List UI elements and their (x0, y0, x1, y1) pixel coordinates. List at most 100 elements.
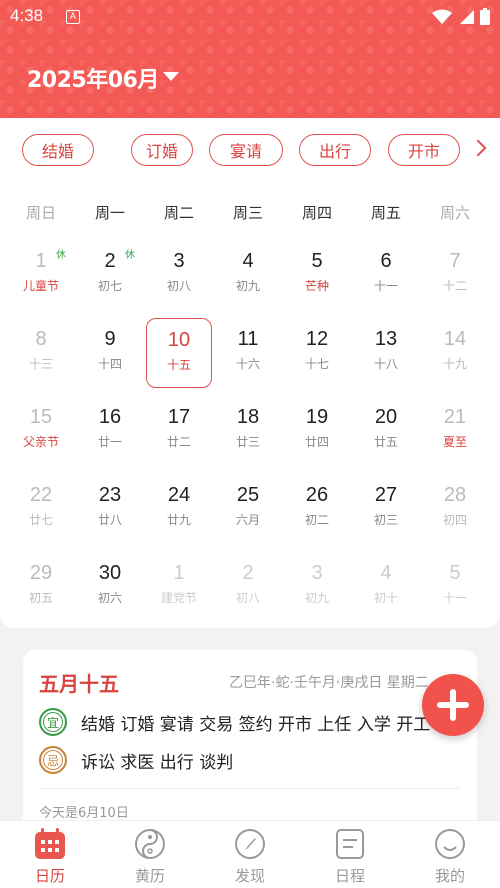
day-cell[interactable]: 29 初五 (8, 552, 74, 622)
lunar-label: 儿童节 (22, 279, 59, 293)
day-number: 6 (380, 250, 392, 272)
day-number: 3 (173, 250, 185, 272)
day-cell[interactable]: 18 廿三 (215, 396, 281, 466)
lunar-label: 芒种 (304, 279, 329, 293)
day-number: 23 (98, 484, 122, 506)
lunar-label: 夏至 (442, 435, 467, 449)
day-cell[interactable]: 15 父亲节 (8, 396, 74, 466)
day-cell[interactable]: 7 十二 (422, 240, 488, 310)
weekday-header: 周日 周一 周二 周三 周四 周五 周六 (0, 202, 500, 222)
almanac-card[interactable]: 五月十五 乙巳年·蛇·壬午月·庚戌日 星期二 宜 结婚 订婚 宴请 交易 签约 … (23, 650, 477, 830)
lunar-label: 廿九 (166, 513, 191, 527)
lunar-label: 十五 (166, 358, 191, 372)
calendar-card: 结婚 订婚 宴请 出行 开市 周日 周一 周二 周三 周四 周五 周六 1 儿童节… (0, 118, 500, 628)
lunar-label: 十九 (442, 357, 467, 371)
day-number: 5 (449, 562, 461, 584)
lunar-label: 初四 (442, 513, 467, 527)
day-cell-today[interactable]: 10 十五 (146, 318, 212, 388)
lunar-label: 十八 (373, 357, 398, 371)
day-number: 27 (374, 484, 398, 506)
tab-calendar[interactable]: 日历 (0, 827, 100, 887)
day-cell[interactable]: 8 十三 (8, 318, 74, 388)
day-cell[interactable]: 4 初九 (215, 240, 281, 310)
day-number: 4 (380, 562, 392, 584)
lunar-label: 十六 (235, 357, 260, 371)
day-cell[interactable]: 1 儿童节休 (8, 240, 74, 310)
day-cell[interactable]: 26 初二 (284, 474, 350, 544)
day-number: 3 (311, 562, 323, 584)
month-selector[interactable]: 2025年06月 (27, 62, 159, 94)
day-cell[interactable]: 22 廿七 (8, 474, 74, 544)
day-cell[interactable]: 9 十四 (77, 318, 143, 388)
day-cell[interactable]: 25 六月 (215, 474, 281, 544)
lunar-label: 初二 (304, 513, 329, 527)
activity-chips: 结婚 订婚 宴请 出行 开市 (22, 134, 500, 170)
day-cell[interactable]: 2 初七休 (77, 240, 143, 310)
add-event-button[interactable] (422, 674, 484, 736)
day-cell[interactable]: 3 初八 (146, 240, 212, 310)
day-cell[interactable]: 1 建党节 (146, 552, 212, 622)
day-cell[interactable]: 3 初九 (284, 552, 350, 622)
day-number: 7 (449, 250, 461, 272)
day-cell[interactable]: 20 廿五 (353, 396, 419, 466)
day-cell[interactable]: 6 十一 (353, 240, 419, 310)
day-number: 9 (104, 328, 116, 350)
tab-schedule[interactable]: 日程 (300, 827, 400, 887)
dropdown-caret-icon[interactable] (163, 72, 179, 81)
day-number: 21 (443, 406, 467, 428)
day-number: 1 (173, 562, 185, 584)
day-cell[interactable]: 27 初三 (353, 474, 419, 544)
lunar-label: 初八 (166, 279, 191, 293)
tab-discover[interactable]: 发现 (200, 827, 300, 887)
divider (39, 788, 461, 789)
day-cell[interactable]: 21 夏至 (422, 396, 488, 466)
tab-profile[interactable]: 我的 (400, 827, 500, 887)
day-cell[interactable]: 23 廿八 (77, 474, 143, 544)
day-cell[interactable]: 24 廿九 (146, 474, 212, 544)
weekday-label: 周四 (301, 204, 332, 222)
day-number: 16 (98, 406, 122, 428)
day-cell[interactable]: 11 十六 (215, 318, 281, 388)
day-cell[interactable]: 16 廿一 (77, 396, 143, 466)
ji-seal-icon: 忌 (39, 746, 67, 774)
chip-travel[interactable]: 出行 (299, 134, 371, 166)
weekday-label: 周一 (94, 204, 125, 222)
day-number: 5 (311, 250, 323, 272)
chip-engagement[interactable]: 订婚 (131, 134, 193, 166)
day-number: 4 (242, 250, 254, 272)
tab-label: 日程 (334, 867, 365, 885)
day-number: 14 (443, 328, 467, 350)
day-cell[interactable]: 28 初四 (422, 474, 488, 544)
day-cell[interactable]: 13 十八 (353, 318, 419, 388)
lunar-label: 廿八 (97, 513, 122, 527)
day-cell[interactable]: 14 十九 (422, 318, 488, 388)
tab-label: 我的 (434, 867, 465, 885)
lunar-label: 初九 (304, 591, 329, 605)
status-icons (432, 8, 490, 25)
lunar-date: 五月十五 (39, 672, 119, 696)
chip-wedding[interactable]: 结婚 (22, 134, 94, 166)
day-cell[interactable]: 12 十七 (284, 318, 350, 388)
chip-open-business[interactable]: 开市 (388, 134, 460, 166)
lunar-label: 父亲节 (22, 435, 59, 449)
day-cell[interactable]: 30 初六 (77, 552, 143, 622)
day-cell[interactable]: 4 初十 (353, 552, 419, 622)
header: 4:38 A 2025年06月 (0, 0, 500, 118)
day-number: 15 (29, 406, 53, 428)
schedule-icon (336, 829, 364, 859)
day-number: 17 (167, 406, 191, 428)
lunar-label: 廿二 (166, 435, 191, 449)
day-number: 26 (305, 484, 329, 506)
day-cell[interactable]: 19 廿四 (284, 396, 350, 466)
lunar-label: 十七 (304, 357, 329, 371)
status-time: 4:38 (10, 6, 44, 25)
tab-almanac[interactable]: 黄历 (100, 827, 200, 887)
weekday-label: 周六 (439, 204, 470, 222)
day-cell[interactable]: 5 十一 (422, 552, 488, 622)
day-cell[interactable]: 5 芒种 (284, 240, 350, 310)
day-cell[interactable]: 2 初八 (215, 552, 281, 622)
chip-banquet[interactable]: 宴请 (209, 134, 283, 166)
day-cell[interactable]: 17 廿二 (146, 396, 212, 466)
lunar-label: 十四 (97, 357, 122, 371)
day-number: 11 (237, 328, 259, 350)
